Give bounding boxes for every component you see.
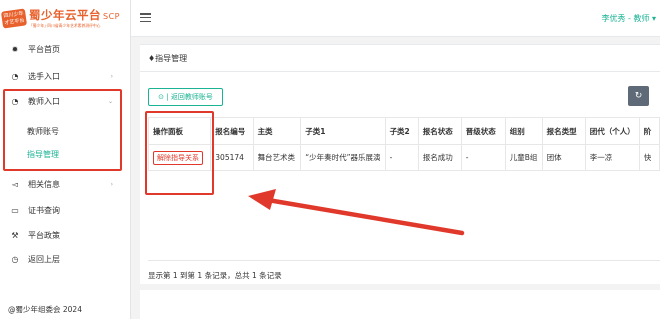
table-cell: 舞台艺术类 (252, 144, 302, 171)
pie-icon: ◔ (11, 71, 19, 81)
sidebar-item-player[interactable]: ◔ 选手入口 › (0, 66, 131, 86)
sidebar-item-label: 平台政策 (28, 230, 60, 240)
sidebar-item-label: 证书查询 (28, 205, 60, 215)
topbar: 李优秀 - 教师 ▾ (131, 0, 660, 37)
column-header[interactable]: 晋级状态 (460, 117, 506, 145)
table-row: 解除指导关系 305174 舞台艺术类 “少年奏时代”器乐展演 - 报名成功 -… (147, 144, 660, 171)
table-cell: 团体 (541, 144, 586, 171)
page-title: ♦指导管理 (148, 53, 187, 64)
table-cell: - (384, 144, 419, 171)
certificate-icon: ▭ (11, 205, 19, 215)
guidance-table: 操作面板 报名编号 主类 子类1 子类2 报名状态 晋级状态 组别 报名类型 团… (147, 117, 660, 171)
sidebar-item-info[interactable]: ◅ 相关信息 › (0, 174, 131, 194)
table-cell: 李一凉 (584, 144, 640, 171)
annotation-box-action-column (145, 111, 214, 195)
refresh-icon: ↻ (634, 91, 643, 101)
table-header-row: 操作面板 报名编号 主类 子类1 子类2 报名状态 晋级状态 组别 报名类型 团… (147, 117, 660, 145)
divider (148, 260, 660, 261)
table-cell: 305174 (210, 144, 254, 171)
logo-badge: 四川少年 才艺平台 (0, 8, 28, 29)
column-header[interactable]: 报名类型 (541, 117, 586, 145)
sidebar-item-label: 返回上层 (28, 254, 60, 264)
table-cell: - (460, 144, 506, 171)
sidebar-item-certificate[interactable]: ▭ 证书查询 (0, 200, 131, 220)
logo-suffix: SCP (103, 12, 120, 21)
table-cell: 报名成功 (417, 144, 462, 171)
sidebar-item-policy[interactable]: ⚒ 平台政策 (0, 225, 131, 245)
logo-title: 蜀少年云平台 SCP (29, 7, 120, 23)
pagination-info: 显示第 1 到第 1 条记录，总共 1 条记录 (148, 271, 282, 280)
gavel-icon: ⚒ (11, 230, 19, 240)
sidebar-item-label: 相关信息 (28, 179, 60, 189)
sidebar-item-label: 平台首页 (28, 44, 60, 54)
column-header[interactable]: 阶 (638, 117, 660, 145)
page-title-text: 指导管理 (155, 54, 188, 63)
refresh-button[interactable]: ↻ (628, 86, 649, 106)
logo-title-text: 蜀少年云平台 (29, 8, 101, 22)
chevron-right-icon: › (110, 72, 113, 80)
chevron-right-icon: › (110, 180, 113, 188)
table-cell: 快 (638, 144, 660, 171)
column-header[interactable]: 报名编号 (210, 117, 254, 145)
sidebar-item-label: 选手入口 (28, 71, 60, 81)
column-header[interactable]: 组别 (504, 117, 543, 145)
column-header[interactable]: 子类2 (384, 117, 419, 145)
divider (140, 71, 660, 72)
bottom-panel (140, 290, 660, 319)
logo[interactable]: 四川少年 才艺平台 蜀少年云平台 SCP 「蜀少年」·四川省青少年艺术素养测评中心 (0, 4, 130, 34)
column-header[interactable]: 团代（个人） (584, 117, 640, 145)
logo-subtitle: 「蜀少年」·四川省青少年艺术素养测评中心 (29, 23, 101, 28)
table-cell: “少年奏时代”器乐展演 (300, 144, 386, 171)
annotation-box-teacher-menu (3, 89, 122, 171)
back-to-teacher-account-button[interactable]: ⊙ | 返回教师账号 (148, 88, 223, 106)
content-panel: ♦指导管理 ⊙ | 返回教师账号 ↻ 操作面板 报名编号 主类 子类1 子类2 … (140, 44, 660, 284)
column-header[interactable]: 主类 (252, 117, 302, 145)
column-header[interactable]: 子类1 (300, 117, 386, 145)
hamburger-menu-icon[interactable] (140, 13, 151, 23)
column-header[interactable]: 报名状态 (417, 117, 462, 145)
user-menu[interactable]: 李优秀 - 教师 ▾ (601, 13, 656, 24)
megaphone-icon: ◅ (11, 179, 19, 189)
gear-icon: ✹ (11, 44, 19, 54)
copyright: @蜀少年组委会 2024 (8, 305, 82, 314)
history-icon: ◷ (11, 254, 19, 264)
table-cell: 儿童B组 (504, 144, 543, 171)
sidebar-item-back[interactable]: ◷ 返回上层 (0, 249, 131, 269)
sidebar-item-home[interactable]: ✹ 平台首页 (0, 39, 131, 59)
